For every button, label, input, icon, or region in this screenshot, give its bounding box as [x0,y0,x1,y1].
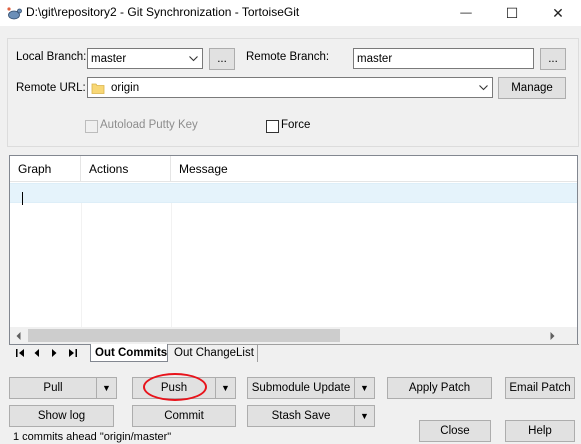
remote-url-value: origin [111,81,140,94]
local-branch-value: master [91,52,127,65]
pull-dropdown-icon[interactable]: ▼ [96,378,116,398]
submodule-update-label[interactable]: Submodule Update [248,378,354,398]
autoload-putty-key-label: Autoload Putty Key [100,119,198,131]
pull-button[interactable]: Pull ▼ [9,377,117,399]
push-button-label[interactable]: Push [133,378,215,398]
column-divider [171,203,172,328]
minimize-icon: — [460,7,472,19]
close-window-button[interactable]: ✕ [535,0,581,26]
commit-button[interactable]: Commit [132,405,236,427]
remote-branch-combo[interactable]: master [353,48,534,69]
close-button[interactable]: Close [419,420,491,442]
horizontal-scrollbar[interactable] [10,327,577,344]
submodule-update-button[interactable]: Submodule Update ▼ [247,377,375,399]
chevron-down-icon[interactable] [475,78,492,97]
remote-url-label: Remote URL: [16,82,86,94]
remote-url-combo[interactable]: origin [87,77,493,98]
pull-button-label[interactable]: Pull [10,378,96,398]
minimize-button[interactable]: — [443,0,489,26]
stash-save-dropdown-icon[interactable]: ▼ [354,406,374,426]
maximize-button[interactable]: ☐ [489,0,535,26]
apply-patch-button[interactable]: Apply Patch [387,377,492,399]
tortoisegit-logo-icon [7,7,22,20]
window-title: D:\git\repository2 - Git Synchronization… [26,5,300,19]
remote-branch-label: Remote Branch: [246,51,330,63]
column-header-message[interactable]: Message [171,156,577,182]
folder-icon [91,83,105,94]
maximize-icon: ☐ [505,4,519,21]
tab-first-icon[interactable] [14,347,26,359]
remote-branch-value: master [357,52,393,65]
tab-prev-icon[interactable] [31,347,43,359]
tab-last-icon[interactable] [66,347,78,359]
remote-branch-browse-button[interactable]: ... [540,48,566,70]
force-checkbox[interactable] [266,120,279,133]
tab-out-changelist[interactable]: Out ChangeList [170,344,258,362]
title-bar: D:\git\repository2 - Git Synchronization… [0,0,581,26]
autoload-putty-key-checkbox[interactable] [85,120,98,133]
close-icon: ✕ [552,4,564,21]
scroll-right-icon[interactable] [544,327,561,344]
local-branch-combo[interactable]: master [87,48,203,69]
list-header: Graph Actions Message [10,156,577,182]
push-dropdown-icon[interactable]: ▼ [215,378,235,398]
force-label: Force [281,119,311,131]
tab-next-icon[interactable] [48,347,60,359]
local-branch-browse-button[interactable]: ... [209,48,235,70]
submodule-update-dropdown-icon[interactable]: ▼ [354,378,374,398]
local-branch-label: Local Branch: [16,51,87,63]
text-cursor [22,192,23,205]
commit-list[interactable]: Graph Actions Message [9,155,578,345]
column-header-actions[interactable]: Actions [81,156,171,182]
show-log-button[interactable]: Show log [9,405,114,427]
help-button[interactable]: Help [505,420,575,442]
scrollbar-corner [561,327,577,344]
column-header-graph[interactable]: Graph [10,156,81,182]
push-button[interactable]: Push ▼ [132,377,236,399]
scroll-left-icon[interactable] [10,327,27,344]
email-patch-button[interactable]: Email Patch [505,377,575,399]
status-text: 1 commits ahead "origin/master" [13,431,172,443]
scrollbar-thumb[interactable] [28,329,340,342]
list-item[interactable] [10,183,577,203]
stash-save-button[interactable]: Stash Save ▼ [247,405,375,427]
column-divider [81,203,82,328]
manage-button[interactable]: Manage [498,77,566,99]
chevron-down-icon[interactable] [185,49,202,68]
stash-save-label[interactable]: Stash Save [248,406,354,426]
tab-out-commits[interactable]: Out Commits [90,344,168,362]
